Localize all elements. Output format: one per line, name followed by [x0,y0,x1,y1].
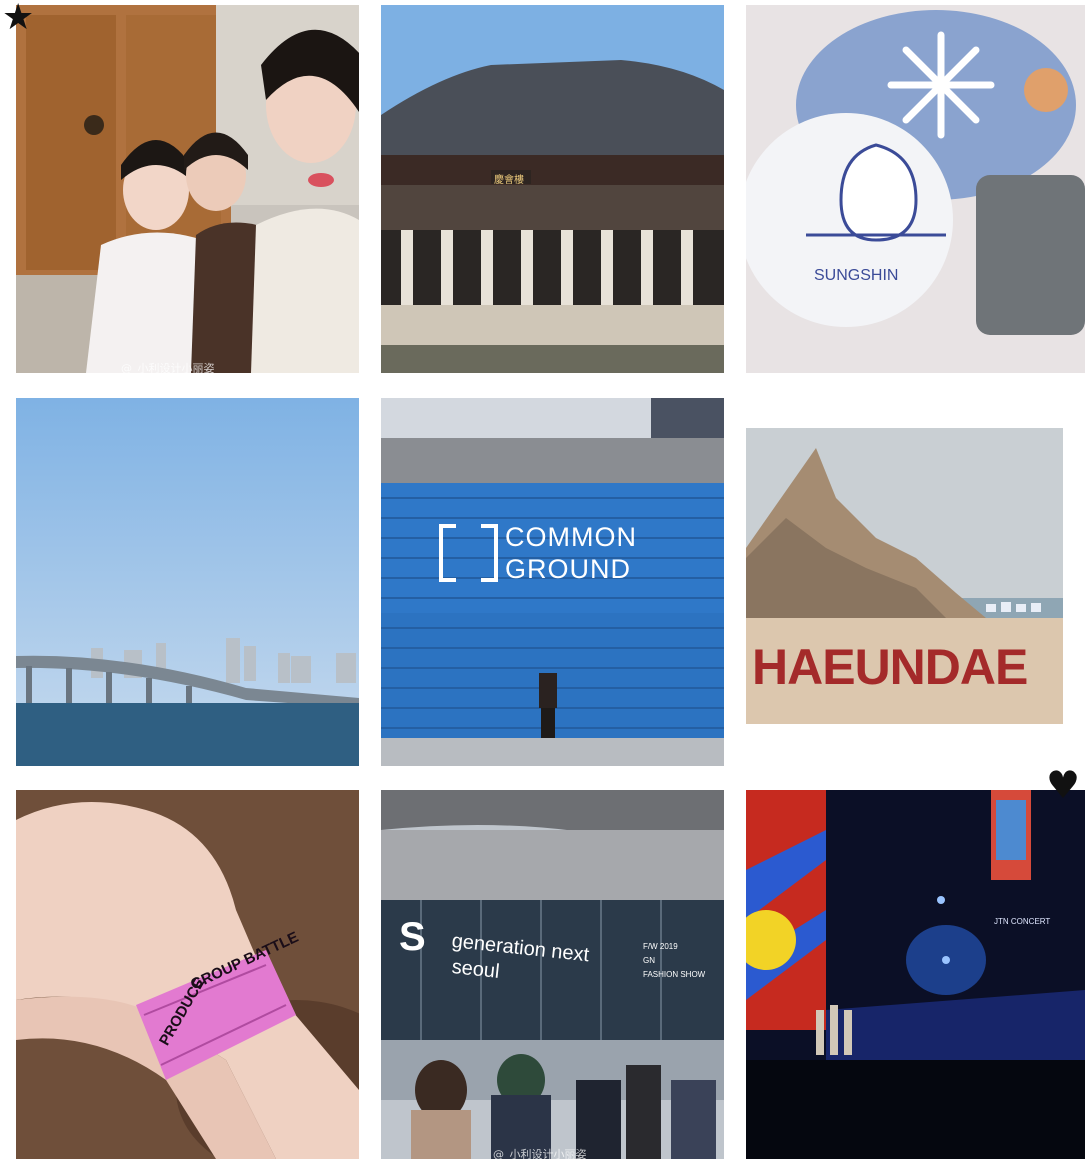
concert-screen-text: JTN CONCERT [994,917,1051,926]
common-ground-line1: COMMON [505,522,637,552]
badge-brand-text: SUNGSHIN [814,267,899,284]
palace-sign-text: 慶會樓 [494,175,524,186]
fashion-small3: FASHION SHOW [643,970,706,979]
photo-concert-stage[interactable]: JTN CONCERT [746,790,1085,1159]
photo-fashion-week[interactable]: S generation next seoul F/W 2019 GN FASH… [381,790,724,1159]
watermark-text-2: @_小利设计小丽姿 [493,1148,587,1159]
common-ground-line2: GROUND [505,554,631,584]
photo-common-ground[interactable]: COMMON GROUND [381,398,724,766]
star-icon: ★ [2,0,35,38]
fashion-small1: F/W 2019 [643,942,678,951]
fashion-line2: seoul [450,956,501,983]
photo-haeundae-sand[interactable]: HAEUNDAE [746,428,1063,724]
heart-icon: ♥ [1046,763,1081,807]
photo-hanbok-selfie[interactable]: @_小利设计小丽姿 [16,5,359,373]
photo-wristband[interactable]: GROUP BATTLE PRODUCE [16,790,359,1159]
fashion-logo: S [399,915,426,959]
photo-palace-pavilion[interactable]: 慶會樓 [381,5,724,373]
photo-sungshin-badge[interactable]: SUNGSHIN [746,5,1085,373]
watermark-text: @_小利设计小丽姿 [121,362,215,373]
photo-river-bridge[interactable] [16,398,359,766]
haeundae-sign: HAEUNDAE [752,639,1028,695]
fashion-small2: GN [643,956,655,965]
